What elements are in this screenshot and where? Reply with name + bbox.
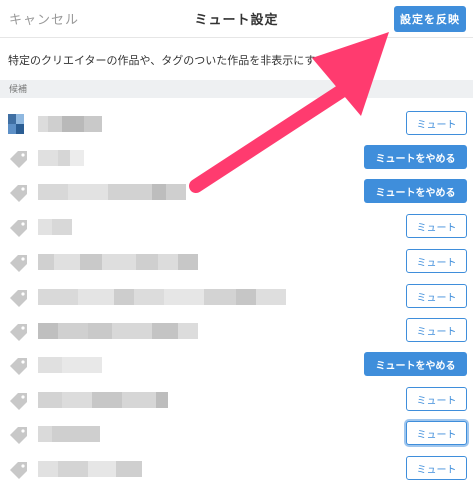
mute-button[interactable]: ミュート [406, 214, 467, 238]
redacted-block [108, 184, 152, 200]
redacted-block [116, 461, 142, 477]
redacted-block [38, 357, 62, 373]
redacted-block [38, 392, 62, 408]
description-text: 特定のクリエイターの作品や、タグのついた作品を非表示にする [8, 54, 327, 67]
mute-button[interactable]: ミュート [406, 249, 467, 273]
list-item: ミュート [0, 106, 473, 142]
redacted-block [178, 254, 198, 270]
redacted-name [38, 219, 72, 235]
tag-icon [10, 393, 27, 410]
redacted-block [38, 254, 54, 270]
unmute-button[interactable]: ミュートをやめる [364, 145, 467, 169]
redacted-block [78, 289, 114, 305]
redacted-block [38, 116, 48, 132]
redacted-block [136, 254, 158, 270]
redacted-block [68, 184, 108, 200]
tag-icon [10, 151, 27, 168]
redacted-block [88, 323, 112, 339]
redacted-block [52, 426, 100, 442]
redacted-name [38, 184, 186, 200]
redacted-block [102, 254, 136, 270]
redacted-block [204, 289, 236, 305]
redacted-block [54, 254, 80, 270]
redacted-name [38, 323, 198, 339]
redacted-block [164, 289, 204, 305]
tag-icon [10, 220, 27, 237]
list-item: ミュート [0, 209, 473, 245]
redacted-block [38, 426, 52, 442]
apply-settings-button[interactable]: 設定を反映 [394, 6, 466, 32]
list-item: ミュート [0, 313, 473, 349]
mute-button[interactable]: ミュート [406, 318, 467, 342]
mute-button[interactable]: ミュート [406, 421, 467, 445]
redacted-block [58, 461, 88, 477]
candidates-section-header: 候補 [0, 80, 473, 98]
section-label: 候補 [9, 85, 28, 95]
list-item: ミュート [0, 416, 473, 452]
redacted-block [38, 184, 68, 200]
mute-button[interactable]: ミュート [406, 111, 467, 135]
redacted-block [236, 289, 256, 305]
list-item: ミュート [0, 451, 473, 484]
redacted-block [134, 289, 164, 305]
list-item: ミュートをやめる [0, 140, 473, 176]
tag-icon [10, 462, 27, 479]
redacted-block [152, 184, 166, 200]
list-item: ミュートをやめる [0, 347, 473, 383]
redacted-block [38, 323, 58, 339]
redacted-name [38, 116, 102, 132]
redacted-block [38, 461, 58, 477]
redacted-block [38, 150, 58, 166]
redacted-block [58, 150, 70, 166]
redacted-name [38, 357, 102, 373]
redacted-name [38, 461, 142, 477]
redacted-block [88, 461, 116, 477]
unmute-button[interactable]: ミュートをやめる [364, 179, 467, 203]
redacted-block [48, 116, 62, 132]
tag-icon [10, 185, 27, 202]
redacted-block [178, 323, 198, 339]
redacted-block [112, 323, 152, 339]
redacted-block [38, 289, 78, 305]
redacted-block [62, 392, 92, 408]
redacted-block [156, 392, 168, 408]
redacted-name [38, 289, 286, 305]
user-avatar-icon [8, 114, 24, 134]
list-item: ミュート [0, 279, 473, 315]
unmute-button[interactable]: ミュートをやめる [364, 352, 467, 376]
redacted-block [80, 254, 102, 270]
redacted-name [38, 426, 100, 442]
redacted-block [114, 289, 134, 305]
redacted-name [38, 150, 84, 166]
tag-icon [10, 427, 27, 444]
tag-icon [10, 255, 27, 272]
header-bar: キャンセル ミュート設定 設定を反映 [0, 0, 473, 38]
redacted-block [92, 392, 122, 408]
redacted-block [52, 219, 72, 235]
redacted-block [84, 116, 102, 132]
redacted-block [158, 254, 178, 270]
redacted-block [62, 116, 84, 132]
redacted-name [38, 392, 168, 408]
mute-button[interactable]: ミュート [406, 387, 467, 411]
tag-icon [10, 324, 27, 341]
redacted-block [58, 323, 88, 339]
tag-icon [10, 290, 27, 307]
list-item: ミュート [0, 244, 473, 280]
redacted-block [166, 184, 186, 200]
list-item: ミュート [0, 382, 473, 418]
mute-button[interactable]: ミュート [406, 456, 467, 480]
redacted-block [152, 323, 178, 339]
redacted-block [70, 150, 84, 166]
redacted-name [38, 254, 198, 270]
mute-button[interactable]: ミュート [406, 284, 467, 308]
redacted-block [62, 357, 102, 373]
redacted-block [38, 219, 52, 235]
list-item: ミュートをやめる [0, 174, 473, 210]
tag-icon [10, 358, 27, 375]
redacted-block [256, 289, 286, 305]
redacted-block [122, 392, 156, 408]
